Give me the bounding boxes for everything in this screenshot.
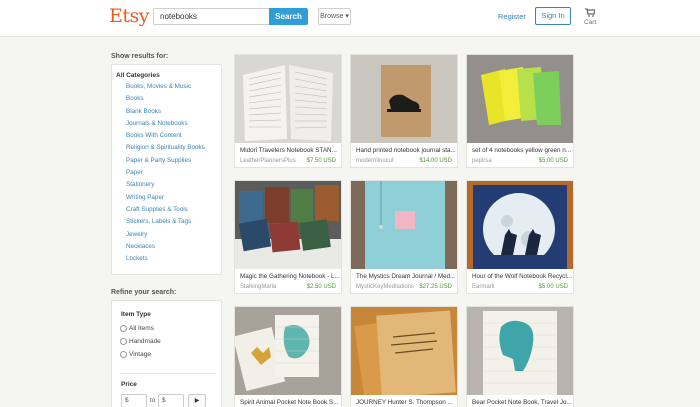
category-link[interactable]: Books, Movies & Music <box>126 81 205 93</box>
search-input[interactable] <box>153 8 269 25</box>
category-link[interactable]: Religion & Spirituality Books <box>126 142 205 154</box>
category-link[interactable]: Books <box>126 93 205 105</box>
radio-handmade[interactable]: Handmade <box>120 338 161 345</box>
browse-dropdown[interactable]: Browse ▾ <box>318 8 351 25</box>
category-link[interactable]: Paper <box>126 167 205 179</box>
listing-shop[interactable]: MysticKeyMeditations <box>356 284 414 290</box>
refine-heading: Refine your search: <box>111 289 177 296</box>
listing-price: $5.00 USD <box>538 284 568 290</box>
listing-title[interactable]: Hand printed notebook journal sta... <box>356 147 456 154</box>
category-link[interactable]: Paper & Party Supplies <box>126 155 205 167</box>
price-go-button[interactable]: ▶ <box>188 394 206 407</box>
radio-label: All Items <box>129 325 154 332</box>
listing-shop[interactable]: StalkingMarla <box>240 284 276 290</box>
item-type-title: Item Type <box>121 311 151 318</box>
search-button[interactable]: Search <box>269 8 308 25</box>
category-link[interactable]: Writing Paper <box>126 192 205 204</box>
register-link[interactable]: Register <box>498 12 526 21</box>
listing-card[interactable]: Magic the Gathering Notebook - L... Stal… <box>234 180 342 294</box>
divider <box>120 373 216 374</box>
listing-image[interactable] <box>235 307 341 395</box>
listing-title[interactable]: JOURNEY Hunter S. Thompson ... <box>356 399 456 406</box>
listing-price: $27.25 USD <box>419 284 452 290</box>
listing-shop[interactable]: pepirsa <box>472 158 492 164</box>
radio-circle-icon[interactable] <box>120 325 127 332</box>
category-link[interactable]: Blank Books <box>126 106 205 118</box>
radio-all-items[interactable]: All Items <box>120 325 154 332</box>
category-link[interactable]: Books With Content <box>126 130 205 142</box>
listing-image[interactable] <box>467 55 573 143</box>
category-link[interactable]: Necklaces <box>126 241 205 253</box>
listing-card[interactable]: set of 4 notebooks yellow green n... pep… <box>466 54 574 168</box>
listing-image[interactable] <box>235 55 341 143</box>
radio-vintage[interactable]: Vintage <box>120 351 151 358</box>
price-min-input[interactable]: $ <box>121 394 147 407</box>
listing-card[interactable]: The Mystics Dream Journal / Med... Mysti… <box>350 180 458 294</box>
radio-circle-icon[interactable] <box>120 351 127 358</box>
listing-card[interactable]: Hand printed notebook journal sta... mod… <box>350 54 458 168</box>
listing-card[interactable]: Hour of the Wolf Notebook Recycl... Earm… <box>466 180 574 294</box>
listing-title[interactable]: set of 4 notebooks yellow green n... <box>472 147 572 154</box>
category-list: Books, Movies & Music Books Blank Books … <box>126 81 205 265</box>
listing-title[interactable]: Magic the Gathering Notebook - L... <box>240 273 340 280</box>
category-link[interactable]: Journals & Notebooks <box>126 118 205 130</box>
price-to-label: to <box>150 397 156 404</box>
listing-title[interactable]: Hour of the Wolf Notebook Recycl... <box>472 273 572 280</box>
listing-card[interactable]: Midori Travelers Notebook STAN... Leathe… <box>234 54 342 168</box>
etsy-logo[interactable]: Etsy <box>109 5 150 27</box>
listing-card[interactable]: Spirit Animal Pocket Note Book S... <box>234 306 342 407</box>
listing-price: $2.50 USD <box>306 284 336 290</box>
listing-image[interactable] <box>351 55 457 143</box>
listing-shop[interactable]: modernlinocut <box>356 158 394 164</box>
listing-price: $5.00 USD <box>538 158 568 164</box>
listing-title[interactable]: Bear Pocket Note Book, Travel Jo... <box>472 399 572 406</box>
show-results-heading: Show results for: <box>111 53 169 60</box>
listing-price: $7.50 USD <box>306 158 336 164</box>
listing-price: $14.00 USD <box>419 158 452 164</box>
listing-card[interactable]: Bear Pocket Note Book, Travel Jo... <box>466 306 574 407</box>
listing-shop[interactable]: LeatherPlannersPlus <box>240 158 296 164</box>
listing-image[interactable] <box>351 181 457 269</box>
listing-image[interactable] <box>467 307 573 395</box>
category-link[interactable]: Stickers, Labels & Tags <box>126 216 205 228</box>
listing-image[interactable] <box>351 307 457 395</box>
category-link[interactable]: Stationery <box>126 179 205 191</box>
price-title: Price <box>121 381 137 388</box>
price-max-input[interactable]: $ <box>158 394 184 407</box>
all-categories-link[interactable]: All Categories <box>116 72 160 79</box>
cart-icon[interactable] <box>585 8 595 17</box>
cart-label[interactable]: Cart <box>584 19 596 26</box>
listing-image[interactable] <box>235 181 341 269</box>
listing-shop[interactable]: Earmark <box>472 284 495 290</box>
radio-label: Vintage <box>129 351 151 358</box>
radio-label: Handmade <box>129 338 161 345</box>
listing-title[interactable]: The Mystics Dream Journal / Med... <box>356 273 456 280</box>
refine-panel: Item Type All Items Handmade Vintage Pri… <box>111 300 222 407</box>
site-header: Etsy Search Browse ▾ Register Sign In Ca… <box>0 0 700 37</box>
listing-title[interactable]: Midori Travelers Notebook STAN... <box>240 147 340 154</box>
category-link[interactable]: Craft Supplies & Tools <box>126 204 205 216</box>
category-link[interactable]: Jewelry <box>126 229 205 241</box>
category-link[interactable]: Lockets <box>126 253 205 265</box>
radio-circle-icon[interactable] <box>120 338 127 345</box>
sign-in-button[interactable]: Sign In <box>535 7 571 25</box>
listing-title[interactable]: Spirit Animal Pocket Note Book S... <box>240 399 340 406</box>
listing-image[interactable] <box>467 181 573 269</box>
category-panel: All Categories Books, Movies & Music Boo… <box>111 64 222 275</box>
listing-card[interactable]: JOURNEY Hunter S. Thompson ... <box>350 306 458 407</box>
